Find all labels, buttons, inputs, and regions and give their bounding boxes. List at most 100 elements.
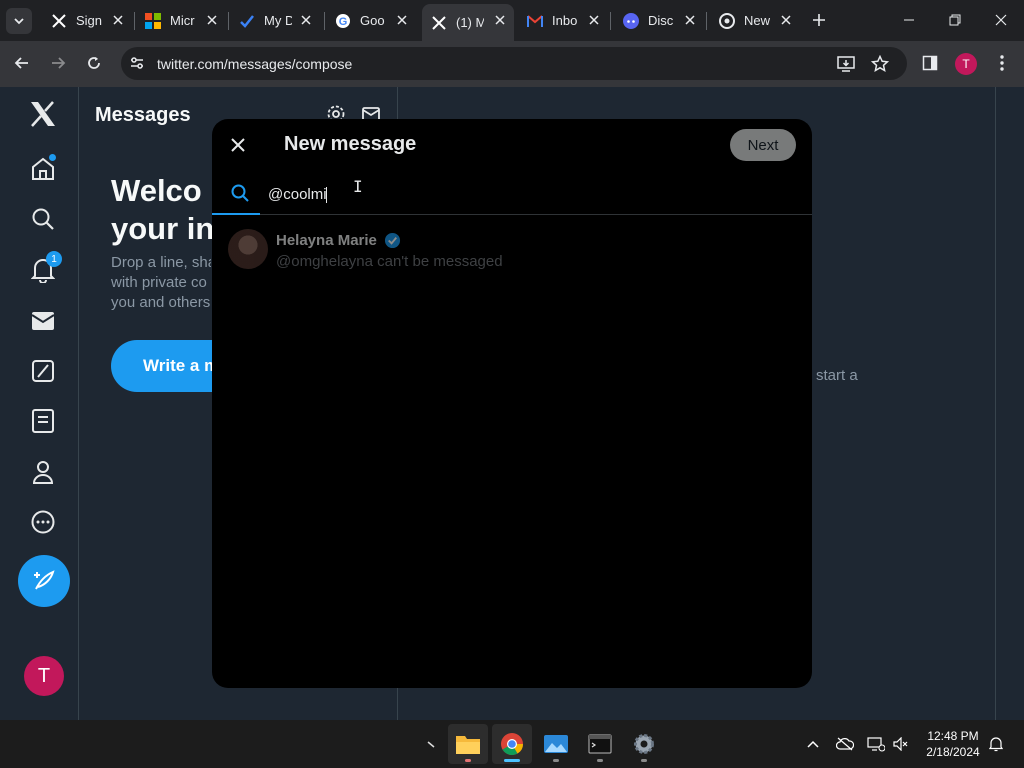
photos-icon <box>544 735 568 753</box>
system-clock[interactable]: 12:48 PM 2/18/2024 <box>916 728 990 760</box>
close-icon[interactable] <box>682 12 698 28</box>
next-button[interactable]: Next <box>730 129 796 161</box>
browser-tab[interactable]: My D <box>230 4 320 37</box>
network-icon[interactable] <box>866 734 886 754</box>
search-result-item[interactable]: Helayna Marie @omghelayna can't be messa… <box>212 219 812 283</box>
browser-profile-avatar[interactable]: T <box>955 53 977 75</box>
taskbar-file-explorer[interactable] <box>448 724 488 764</box>
reload-button[interactable] <box>80 49 108 77</box>
clock-time: 12:48 PM <box>927 729 979 743</box>
taskbar-chrome[interactable] <box>492 724 532 764</box>
close-icon[interactable] <box>110 12 126 28</box>
new-tab-button[interactable] <box>808 9 830 31</box>
site-info-icon[interactable] <box>129 55 145 71</box>
install-app-icon[interactable] <box>835 53 857 75</box>
arrow-right-icon <box>52 57 66 69</box>
tab-title: New <box>744 13 771 28</box>
tab-separator <box>610 12 611 30</box>
svg-text:G: G <box>339 16 348 28</box>
browser-tabstrip: Sign Micr My D G Goo (1) M Inbo Disc New <box>0 0 1024 41</box>
person-icon <box>32 461 54 484</box>
arrow-left-icon <box>14 57 28 69</box>
lists-icon <box>32 409 54 433</box>
verified-badge-icon <box>384 232 401 249</box>
running-indicator <box>465 759 471 762</box>
tab-title: Sign <box>76 13 103 28</box>
notifications-bell-icon[interactable] <box>986 734 1006 754</box>
close-window-button[interactable] <box>978 0 1024 40</box>
chrome-icon <box>501 733 523 755</box>
volume-muted-icon[interactable] <box>891 734 911 754</box>
browser-tab[interactable]: Sign <box>42 4 132 37</box>
browser-menu-button[interactable] <box>988 49 1016 77</box>
browser-tab[interactable]: Disc <box>614 4 704 37</box>
folder-icon <box>456 736 480 754</box>
cloud-offline-icon[interactable] <box>835 734 855 754</box>
x-home-logo[interactable] <box>28 99 58 129</box>
restore-button[interactable] <box>932 0 978 40</box>
browser-tab[interactable]: Inbo <box>518 4 608 37</box>
nav-notifications[interactable]: 1 <box>28 251 62 285</box>
browser-tab[interactable]: Micr <box>136 4 226 37</box>
tab-title: (1) M <box>456 15 484 30</box>
x-logo-icon <box>430 14 448 32</box>
nav-explore[interactable] <box>28 204 58 234</box>
search-icon <box>231 184 249 202</box>
nav-messages[interactable] <box>28 306 58 336</box>
discord-logo-icon <box>622 12 640 30</box>
welcome-description: Drop a line, sha with private co you and… <box>111 253 211 313</box>
close-icon <box>231 138 245 152</box>
account-avatar[interactable]: T <box>24 656 64 696</box>
close-icon[interactable] <box>778 12 794 28</box>
side-panel-button[interactable] <box>916 49 944 77</box>
close-icon[interactable] <box>204 12 220 28</box>
grok-icon <box>32 360 54 382</box>
settings-gear-icon <box>634 734 654 754</box>
taskbar-overflow[interactable] <box>416 724 446 764</box>
close-icon[interactable] <box>586 12 602 28</box>
gmail-logo-icon <box>526 12 544 30</box>
active-indicator <box>504 759 520 762</box>
post-button[interactable] <box>18 555 70 607</box>
more-circle-icon <box>31 510 55 534</box>
mail-icon <box>31 312 55 330</box>
taskbar-photos[interactable] <box>536 724 576 764</box>
nav-profile[interactable] <box>28 457 58 487</box>
tab-title: Disc <box>648 13 674 28</box>
right-pane-text: start a <box>816 367 858 384</box>
tab-search-button[interactable] <box>6 8 32 34</box>
chevron-down-icon <box>14 18 24 25</box>
close-icon[interactable] <box>394 12 410 28</box>
close-icon[interactable] <box>492 12 508 28</box>
modal-title: New message <box>284 133 417 155</box>
nav-lists[interactable] <box>28 406 58 436</box>
minimize-button[interactable] <box>886 0 932 40</box>
taskbar-settings[interactable] <box>624 724 664 764</box>
back-button[interactable] <box>8 49 36 77</box>
nav-more[interactable] <box>28 507 58 537</box>
running-indicator <box>641 759 647 762</box>
nav-home[interactable] <box>28 154 58 184</box>
forward-button[interactable] <box>44 49 72 77</box>
close-icon[interactable] <box>298 12 314 28</box>
bookmark-star-icon[interactable] <box>869 53 891 75</box>
chevron-up-icon[interactable] <box>803 734 823 754</box>
microsoft-logo-icon <box>144 12 162 30</box>
welcome-sub-line: you and others <box>111 294 211 311</box>
address-bar[interactable]: twitter.com/messages/compose <box>121 47 907 80</box>
nav-grok[interactable] <box>28 356 58 386</box>
browser-tab[interactable]: G Goo <box>326 4 416 37</box>
x-logo-icon <box>31 101 55 127</box>
unread-dot <box>49 154 56 161</box>
terminal-icon <box>588 734 612 754</box>
x-left-nav: 1 T <box>0 87 79 720</box>
browser-tab[interactable]: New <box>710 4 800 37</box>
browser-tab-active[interactable]: (1) M <box>422 4 514 41</box>
people-search-input[interactable] <box>268 182 768 206</box>
search-focus-underline <box>212 213 260 215</box>
x-logo-icon <box>50 12 68 30</box>
tab-title: Micr <box>170 13 195 28</box>
modal-close-button[interactable] <box>226 133 250 157</box>
minimize-icon <box>904 19 914 21</box>
taskbar-terminal[interactable] <box>580 724 620 764</box>
